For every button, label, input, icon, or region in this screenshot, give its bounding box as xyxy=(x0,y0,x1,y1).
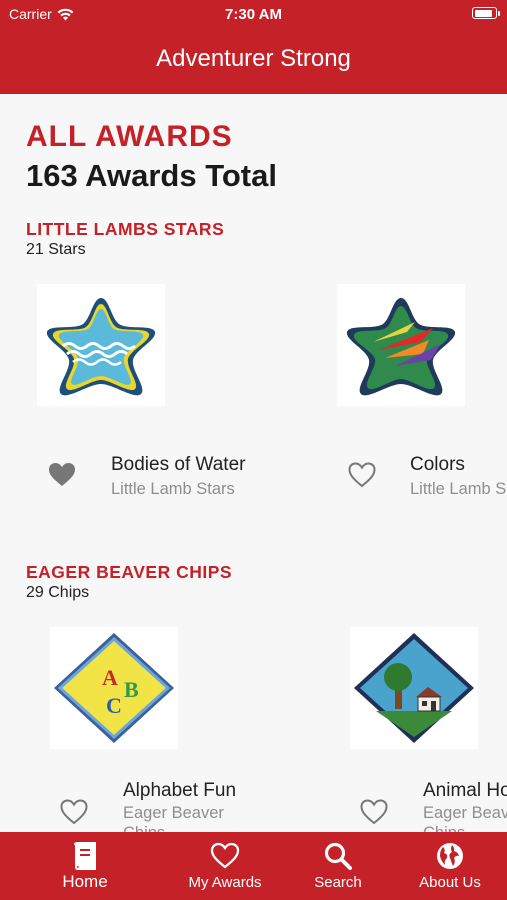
award-image-star-water-patch[interactable] xyxy=(37,284,165,406)
award-name[interactable]: Colors xyxy=(410,454,465,476)
favorite-heart-outline-icon[interactable] xyxy=(360,799,388,825)
award-name[interactable]: Bodies of Water xyxy=(111,454,245,476)
award-category-line2: Chips xyxy=(423,823,465,832)
favorite-heart-outline-icon[interactable] xyxy=(60,799,88,825)
award-image-star-colors-patch[interactable] xyxy=(337,284,465,406)
award-image-diamond-abc-patch[interactable]: A B C xyxy=(50,627,178,749)
page-title: Adventurer Strong xyxy=(156,45,351,72)
heart-outline-icon xyxy=(210,842,240,869)
award-name[interactable]: Alphabet Fun xyxy=(123,780,236,802)
diamond-animal-home-patch-icon xyxy=(354,633,474,743)
tab-my-awards-label: My Awards xyxy=(188,874,262,891)
section-title: EAGER BEAVER CHIPS xyxy=(26,562,233,582)
status-time: 7:30 AM xyxy=(225,6,282,23)
section-title: LITTLE LAMBS STARS xyxy=(26,219,225,239)
award-image-diamond-animal-home-patch[interactable] xyxy=(350,627,478,749)
favorite-heart-outline-icon[interactable] xyxy=(348,462,376,488)
tab-about-us[interactable]: About Us xyxy=(395,832,505,900)
tab-search[interactable]: Search xyxy=(283,832,393,900)
star-water-patch-icon xyxy=(46,298,156,396)
award-name[interactable]: Animal Ho xyxy=(423,780,507,802)
bottom-tab-bar: Home My Awards Search About Us xyxy=(0,832,507,900)
svg-text:C: C xyxy=(106,693,122,718)
globe-icon xyxy=(437,843,463,869)
book-icon xyxy=(74,842,96,870)
svg-text:B: B xyxy=(124,677,139,702)
award-category: Eager Beav xyxy=(423,804,507,822)
tab-search-label: Search xyxy=(314,874,362,891)
search-icon xyxy=(324,842,352,870)
tab-about-us-label: About Us xyxy=(419,874,481,891)
app-header: Carrier 7:30 AM Adventurer Strong xyxy=(0,0,507,94)
awards-list[interactable]: ALL AWARDS 163 Awards Total LITTLE LAMBS… xyxy=(0,94,507,832)
award-category: Little Lamb S xyxy=(410,480,507,498)
tab-my-awards[interactable]: My Awards xyxy=(170,832,280,900)
award-category-line2: Chips xyxy=(123,823,165,832)
all-awards-heading: ALL AWARDS xyxy=(26,120,233,153)
diamond-abc-patch-icon: A B C xyxy=(54,633,174,743)
tab-home[interactable]: Home xyxy=(30,832,140,900)
svg-text:A: A xyxy=(102,665,118,690)
section-count: 21 Stars xyxy=(26,241,86,258)
award-category: Little Lamb Stars xyxy=(111,480,235,498)
tab-home-label: Home xyxy=(62,872,108,891)
star-colors-patch-icon xyxy=(346,298,456,396)
status-bar: Carrier 7:30 AM xyxy=(0,0,507,28)
section-count: 29 Chips xyxy=(26,584,90,601)
awards-total: 163 Awards Total xyxy=(26,158,277,193)
award-category: Eager Beaver xyxy=(123,804,224,822)
favorite-heart-icon[interactable] xyxy=(48,462,76,488)
battery-icon xyxy=(472,7,500,19)
